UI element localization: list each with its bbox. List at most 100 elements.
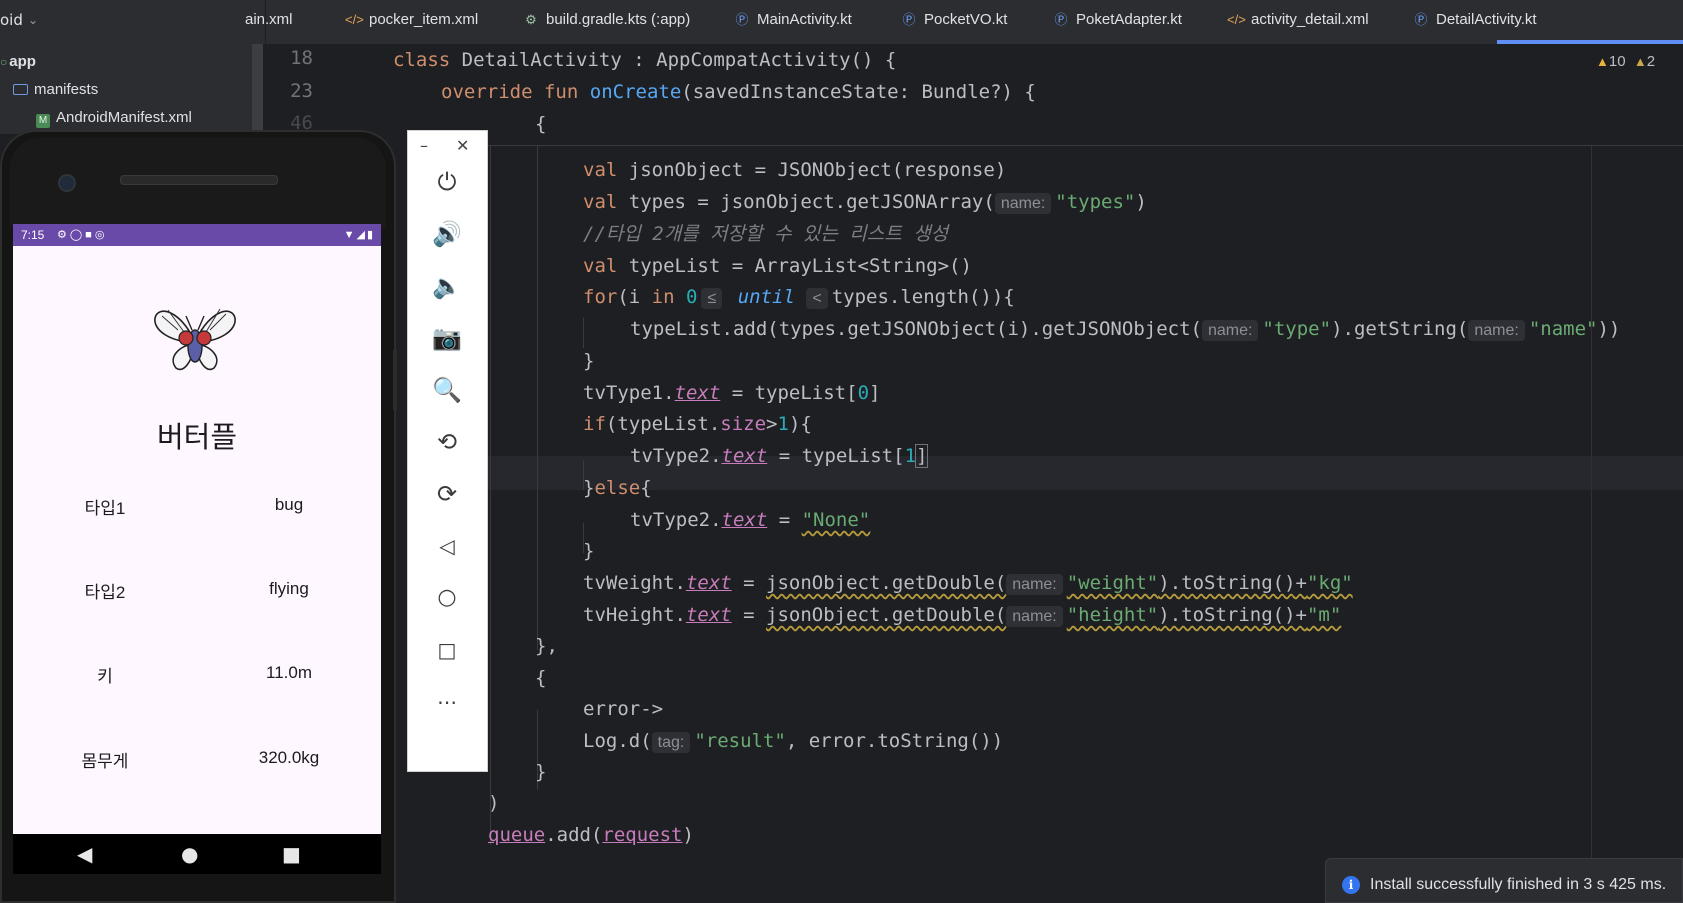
back-icon[interactable]: ◁: [427, 526, 467, 566]
code-text: tvType1.: [583, 382, 675, 404]
tree-item-android-manifest[interactable]: M AndroidManifest.xml: [0, 103, 263, 133]
home-icon[interactable]: ●: [181, 842, 198, 866]
tab-main-xml[interactable]: ain.xml: [245, 0, 293, 40]
device-side-button: [393, 350, 397, 410]
minimize-icon[interactable]: –: [420, 136, 428, 155]
code-line: val jsonObject = JSONObject(response): [583, 155, 1006, 185]
overview-icon[interactable]: □: [427, 630, 467, 670]
code-text: jsonObject.getDouble(: [766, 572, 1007, 594]
code-text: = typeList[: [720, 382, 858, 404]
code-line: }else{: [583, 473, 652, 503]
code-text: =: [731, 604, 767, 626]
property-reference: size: [720, 413, 767, 435]
pokemon-image: [154, 308, 236, 371]
tab-activity-detail-xml[interactable]: </> activity_detail.xml: [1227, 0, 1369, 40]
code-line: val typeList = ArrayList<String>(): [583, 251, 972, 281]
tab-pocket-vo[interactable]: Ⓟ PocketVO.kt: [900, 0, 1007, 40]
tree-item-manifests[interactable]: manifests: [0, 75, 263, 105]
line-number: 23: [290, 80, 313, 102]
gradle-file-icon: ⚙: [525, 12, 537, 27]
earpiece-speaker: [120, 175, 278, 185]
warning-icon: ▲: [1596, 54, 1609, 69]
indent-guide: [537, 145, 538, 650]
parameter-hint: name:: [994, 193, 1052, 214]
keyword: override: [441, 81, 533, 103]
tree-item-app[interactable]: ○ app: [0, 47, 263, 77]
code-text: = typeList[: [767, 445, 905, 467]
project-view-selector[interactable]: oid: [0, 0, 23, 40]
tab-label: pocker_item.xml: [369, 11, 479, 28]
tab-poket-adapter[interactable]: Ⓟ PoketAdapter.kt: [1052, 0, 1181, 40]
keyword: val: [583, 191, 618, 213]
inspection-widget[interactable]: ▲10 ▲2: [1596, 52, 1655, 72]
parameter-hint: name:: [1468, 320, 1525, 341]
tab-label: MainActivity.kt: [757, 11, 852, 28]
code-line: error->: [583, 698, 664, 720]
code-line: }: [535, 761, 547, 783]
status-notification-icons: ⚙◯■◎: [57, 229, 108, 241]
code-line: },: [535, 635, 558, 657]
close-icon[interactable]: ✕: [456, 136, 469, 155]
keyword: for: [583, 286, 618, 308]
tab-label: PocketVO.kt: [924, 11, 1008, 28]
volume-down-icon[interactable]: 🔈: [427, 266, 467, 306]
pokemon-name: 버터플: [156, 420, 238, 454]
code-text: : AppCompatActivity() {: [621, 49, 897, 71]
code-text: tvWeight.: [583, 572, 686, 594]
code-line: typeList.add(types.getJSONObject(i).getJ…: [630, 314, 1620, 346]
back-icon[interactable]: ◀: [77, 842, 92, 866]
project-tree: ○ app manifests M AndroidManifest.xml: [0, 44, 263, 134]
keyword: class: [393, 49, 451, 71]
code-text: ){: [788, 413, 812, 435]
code-text: {: [640, 477, 652, 499]
keyword: val: [583, 159, 618, 181]
keyword: in: [651, 286, 675, 308]
code-text: types = jsonObject.getJSONArray(: [617, 191, 995, 213]
tab-main-activity[interactable]: Ⓟ MainActivity.kt: [733, 0, 852, 40]
code-text: jsonObject = JSONObject(response): [617, 159, 1007, 181]
code-text: ).toString()+: [1158, 604, 1307, 626]
infix-function: until: [737, 286, 795, 308]
tab-label: ain.xml: [245, 11, 293, 28]
code-text: }: [583, 477, 595, 499]
kotlin-class-icon: Ⓟ: [735, 12, 749, 27]
tree-scrollbar[interactable]: [252, 44, 263, 134]
kotlin-class-icon: Ⓟ: [1054, 12, 1068, 27]
code-text: ).toString()+: [1158, 572, 1307, 594]
string-literal: "m": [1306, 604, 1342, 626]
folder-icon: [13, 84, 28, 95]
rotate-left-icon[interactable]: ⟲: [427, 422, 467, 462]
home-icon[interactable]: ○: [427, 578, 467, 618]
recents-icon[interactable]: ■: [282, 842, 301, 866]
code-line: tvType1.text = typeList[0]: [583, 378, 880, 408]
property-reference: text: [721, 445, 768, 467]
code-line: }: [583, 350, 595, 372]
keyword: if: [583, 413, 606, 435]
string-literal: "kg": [1306, 572, 1353, 594]
code-text: ): [1135, 191, 1147, 213]
volume-up-icon[interactable]: 🔊: [427, 214, 467, 254]
number-literal: 1: [777, 413, 789, 435]
camera-icon[interactable]: 📷: [427, 318, 467, 358]
string-literal: "name": [1528, 318, 1598, 340]
code-text: Log.d(: [583, 730, 652, 752]
property-reference: text: [674, 382, 721, 404]
status-system-icons: ▼◢▮: [343, 229, 375, 241]
sticky-lines-separator: [487, 145, 1683, 146]
kotlin-class-icon: Ⓟ: [1414, 12, 1428, 27]
height-label: 키: [97, 667, 113, 686]
tab-build-gradle[interactable]: ⚙ build.gradle.kts (:app): [522, 0, 690, 40]
keyword: else: [594, 477, 641, 499]
chevron-down-icon[interactable]: ⌄: [28, 0, 38, 40]
power-icon[interactable]: ⏻: [427, 162, 467, 202]
code-text: (typeList.: [605, 413, 721, 435]
height-value: 11.0m: [266, 663, 312, 682]
tab-pocker-item-xml[interactable]: </> pocker_item.xml: [345, 0, 478, 40]
notification-text: Install successfully finished in 3 s 425…: [1370, 876, 1667, 893]
tab-label: DetailActivity.kt: [1436, 11, 1537, 28]
zoom-icon[interactable]: 🔍: [427, 370, 467, 410]
tab-detail-activity[interactable]: Ⓟ DetailActivity.kt: [1412, 0, 1537, 40]
more-icon[interactable]: ⋯: [427, 682, 467, 722]
rotate-right-icon[interactable]: ⟳: [427, 474, 467, 514]
code-line: {: [535, 113, 547, 135]
